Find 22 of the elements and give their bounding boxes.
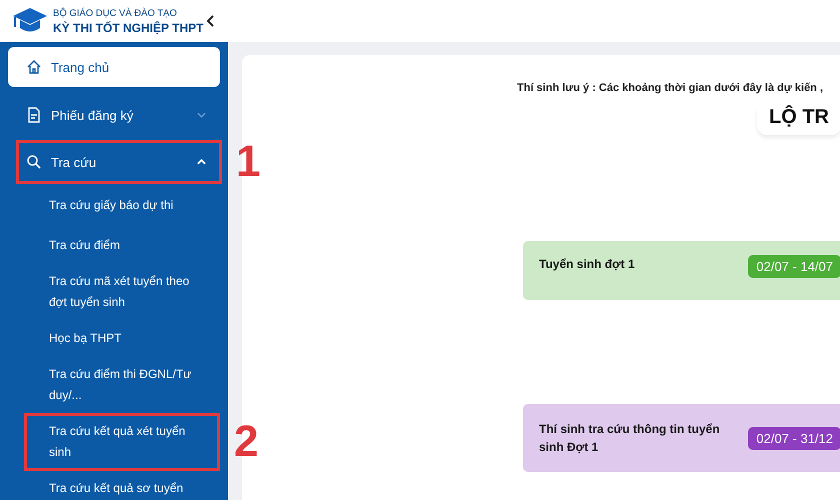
nav-subitem[interactable]: Tra cứu điểm thi ĐGNL/Tư duy/... [8, 358, 220, 412]
nav-subitem[interactable]: Tra cứu mã xét tuyển theo đợt tuyển sinh [8, 265, 220, 319]
nav-subitem[interactable]: Tra cứu giấy báo dự thi [8, 189, 220, 222]
organization-name: BỘ GIÁO DỤC VÀ ĐÀO TẠO [53, 8, 178, 18]
section-title: LỘ TR [757, 102, 840, 135]
annotation-number: 2 [234, 420, 258, 464]
nav-subitem[interactable]: Tra cứu điểm [8, 229, 220, 262]
nav-subitem[interactable]: Tra cứu kết quả sơ tuyển [8, 472, 220, 500]
date-range: 02/07 - 14/07 [748, 255, 840, 278]
nav-item[interactable]: Trang chủ [8, 47, 220, 87]
search-icon [26, 154, 42, 170]
chevron-left-icon[interactable] [206, 15, 216, 27]
date-range: 02/07 - 31/12 [748, 426, 840, 450]
home-icon [26, 59, 42, 75]
notice-text: Thí sinh lưu ý : Các khoảng thời gian dưới đây là dự kiến , [517, 82, 824, 94]
site-title: KỲ THI TỐT NGHIỆP THPT [53, 20, 204, 34]
document-icon [26, 107, 42, 123]
nav-subitem[interactable]: Học bạ THPT [8, 322, 220, 355]
event-label: Tuyển sinh đợt 1 [539, 256, 636, 273]
nav-item[interactable]: Phiếu đăng ký [8, 94, 220, 136]
event-label: Thí sinh tra cứu thông tin tuyển sinh Đợt 1 [539, 421, 721, 456]
annotation-number: 1 [236, 140, 260, 184]
